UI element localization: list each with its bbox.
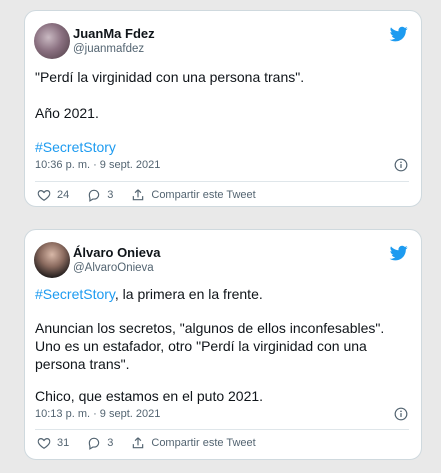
tweet-text-line: Uno es un estafador, otro "Perdí la virg…: [35, 338, 367, 354]
avatar[interactable]: [34, 23, 70, 59]
tweet-timestamp[interactable]: 10:13 p. m. · 9 sept. 2021: [35, 408, 160, 420]
tweet-text-line: #SecretStory, la primera en la frente.: [35, 285, 409, 303]
share-icon: [133, 189, 144, 201]
info-icon[interactable]: [394, 407, 408, 421]
like-count: 24: [57, 189, 70, 201]
reply-button[interactable]: 3: [87, 188, 113, 202]
heart-icon: [37, 438, 51, 449]
tweet-actions: 24 3 Compartir este Tweet: [37, 186, 409, 204]
tweet-timestamp[interactable]: 10:36 p. m. · 9 sept. 2021: [35, 159, 160, 171]
author-name[interactable]: JuanMa Fdez: [73, 26, 155, 41]
reply-icon: [88, 189, 100, 202]
tweet-text-line: persona trans".: [35, 356, 130, 372]
info-icon[interactable]: [394, 158, 408, 172]
share-label: Compartir este Tweet: [151, 437, 256, 449]
reply-button[interactable]: 3: [87, 436, 113, 450]
share-button[interactable]: Compartir este Tweet: [131, 436, 256, 450]
tweet-text-line: Anuncian los secretos, "algunos de ellos…: [35, 320, 385, 336]
twitter-bird-icon[interactable]: [389, 244, 409, 262]
tweet-actions: 31 3 Compartir este Tweet: [37, 434, 409, 452]
tweet-text-line: Chico, que estamos en el puto 2021.: [35, 388, 264, 404]
twitter-bird-icon[interactable]: [389, 25, 409, 43]
reply-count: 3: [107, 189, 114, 201]
reply-icon: [88, 437, 100, 450]
author-handle[interactable]: @AlvaroOnieva: [73, 262, 154, 274]
author-handle[interactable]: @juanmafdez: [73, 43, 144, 55]
tweet-card[interactable]: Álvaro Onieva @AlvaroOnieva #SecretStory…: [24, 229, 422, 460]
share-label: Compartir este Tweet: [151, 189, 256, 201]
like-button[interactable]: 24: [37, 188, 69, 202]
tweet-card[interactable]: JuanMa Fdez @juanmafdez "Perdí la virgin…: [24, 10, 422, 207]
reply-count: 3: [107, 437, 114, 449]
tweet-text-line: "Perdí la virginidad con una persona tra…: [35, 69, 305, 85]
divider: [35, 429, 409, 430]
like-button[interactable]: 31: [37, 436, 69, 450]
divider: [35, 181, 409, 182]
avatar[interactable]: [34, 242, 70, 278]
author-name[interactable]: Álvaro Onieva: [73, 245, 160, 260]
tweet-text-line: Año 2021.: [35, 105, 99, 121]
heart-icon: [37, 190, 51, 201]
like-count: 31: [57, 437, 70, 449]
share-icon: [133, 437, 144, 449]
tweet-text: , la primera en la frente.: [114, 286, 263, 302]
hashtag-link[interactable]: #SecretStory: [35, 138, 409, 156]
hashtag-link[interactable]: #SecretStory: [35, 286, 115, 302]
share-button[interactable]: Compartir este Tweet: [131, 188, 256, 202]
